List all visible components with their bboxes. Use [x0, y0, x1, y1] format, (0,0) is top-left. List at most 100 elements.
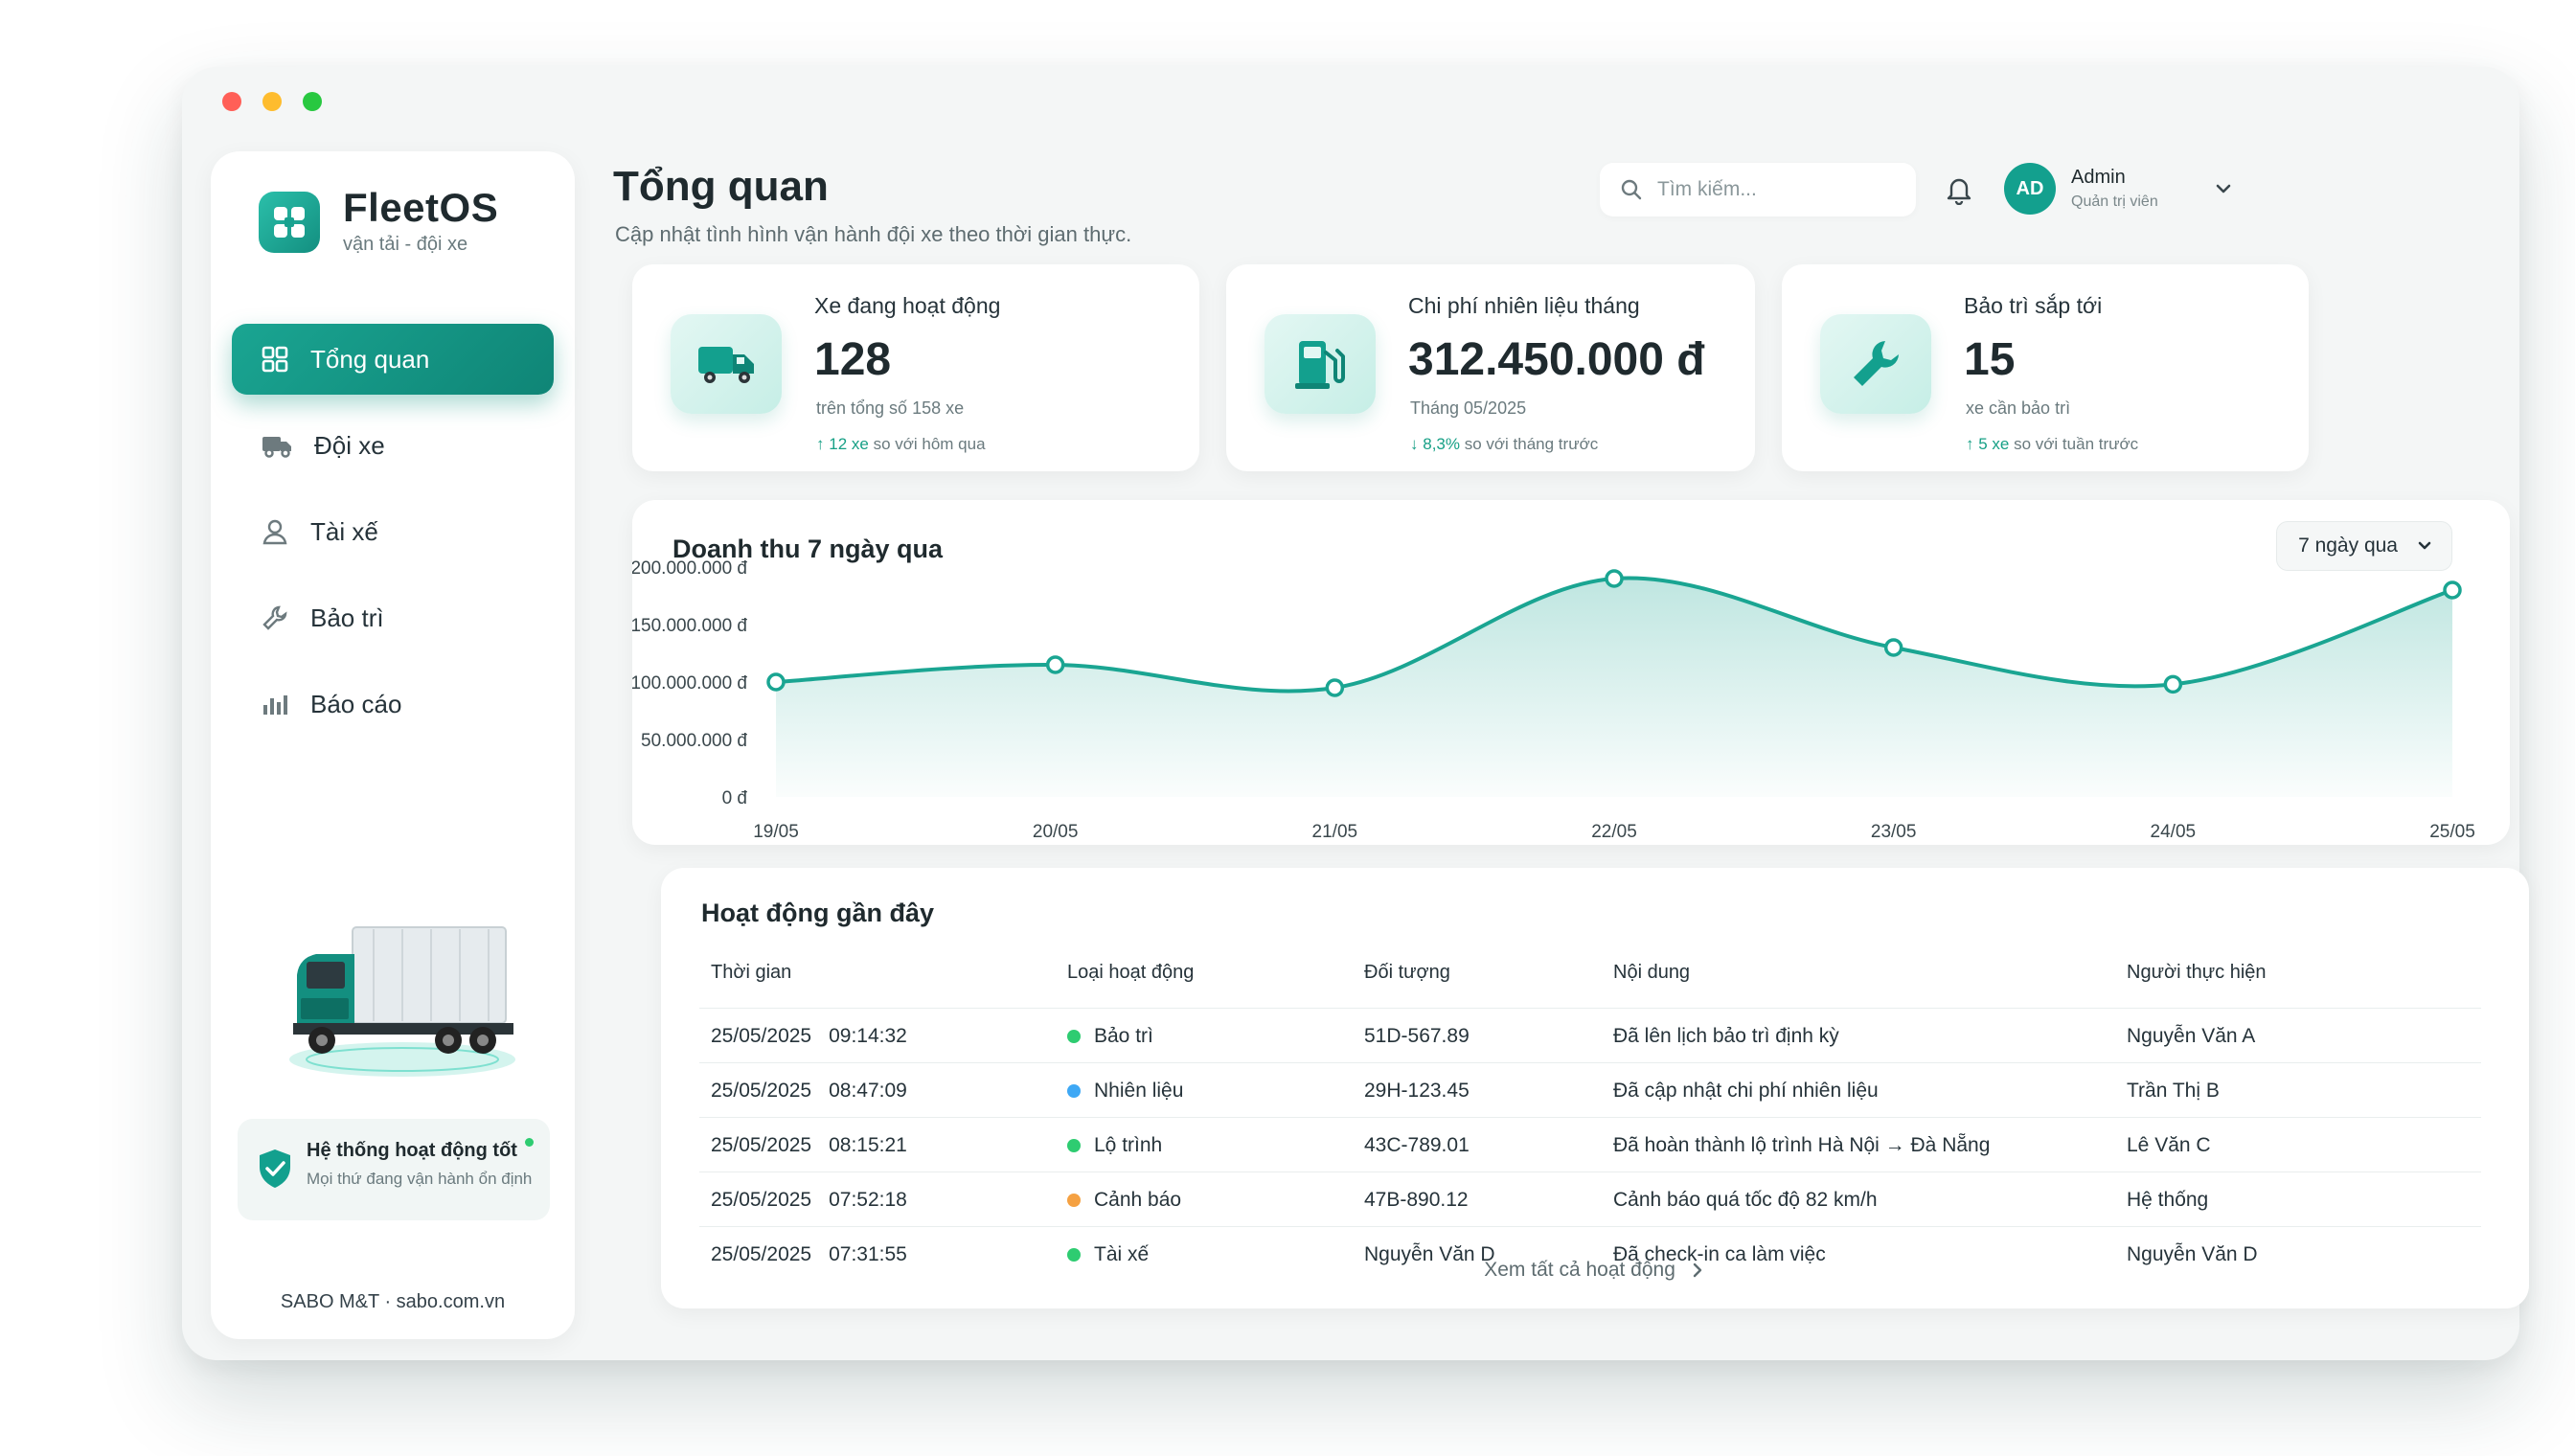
recent-activity-card: Hoạt động gần đây Thời gian Loại hoạt độ…: [661, 868, 2529, 1308]
cell-clock: 08:47:09: [829, 1080, 907, 1102]
sidebar-item-tai-xe[interactable]: Tài xế: [232, 496, 554, 567]
view-all-activity-link[interactable]: Xem tất cả hoạt động: [661, 1259, 2529, 1282]
wrench-icon: [262, 605, 287, 630]
revenue-point[interactable]: [2443, 580, 2462, 600]
cell-type-label: Nhiên liệu: [1094, 1080, 1184, 1102]
stat-delta-text: so với tuần trước: [2014, 435, 2139, 453]
x-tick-label: 23/05: [1871, 822, 1917, 842]
page-title: Tổng quan: [613, 163, 829, 210]
bar-chart-icon: [263, 695, 287, 715]
y-tick-label: 0 đ: [722, 788, 748, 808]
brand-logo[interactable]: FleetOS vận tải - đội xe: [259, 188, 498, 256]
stat-hint: xe cần bảo trì: [1966, 398, 2071, 418]
wrench-icon: [1854, 341, 1899, 386]
cell-content: Đã hoàn thành lộ trình Hà Nội → Đà Nẵng: [1613, 1134, 1991, 1156]
company-footer: SABO M&T · sabo.com.vn: [280, 1291, 506, 1312]
fuel-pump-icon: [1295, 341, 1345, 389]
sidebar-item-doi-xe[interactable]: Đội xe: [232, 410, 554, 481]
stat-icon-tile: [1265, 314, 1376, 414]
cell-type: Nhiên liệu: [1067, 1080, 1183, 1103]
cell-type: Cảnh báo: [1067, 1189, 1181, 1212]
cell-date: 25/05/2025: [711, 1025, 812, 1047]
cell-target: 47B-890.12: [1364, 1189, 1469, 1211]
close-window-button[interactable]: [222, 92, 241, 111]
stat-card-fuel-cost[interactable]: Chi phí nhiên liệu tháng 312.450.000 đ T…: [1226, 264, 1755, 471]
table-row[interactable]: 25/05/2025 07:52:18 Cảnh báo 47B-890.12 Cảnh…: [699, 1172, 2481, 1226]
revenue-point[interactable]: [1325, 678, 1345, 697]
status-title: Hệ thống hoạt động tốt: [307, 1140, 517, 1161]
revenue-chart-card: Doanh thu 7 ngày qua 7 ngày qua 200.000.…: [632, 500, 2510, 845]
table-row[interactable]: 25/05/2025 08:47:09 Nhiên liệu 29H-123.45 Đã…: [699, 1062, 2481, 1117]
stat-label: Bảo trì sắp tới: [1964, 293, 2103, 318]
truck-illustration: [289, 926, 515, 1077]
cell-actor: Nguyễn Văn A: [2127, 1025, 2256, 1047]
shield-check-icon: [260, 1149, 290, 1188]
activity-table-body: 25/05/2025 09:14:32 Bảo trì 51D-567.89 Đã lê…: [699, 1008, 2481, 1281]
stat-delta-value: 12 xe: [829, 435, 869, 453]
stat-card-active-vehicles[interactable]: Xe đang hoạt động 128 trên tổng số 158 x…: [632, 264, 1199, 471]
cell-target: 51D-567.89: [1364, 1025, 1470, 1047]
column-header-actor[interactable]: Người thực hiện: [2127, 962, 2267, 984]
table-row[interactable]: 25/05/2025 09:14:32 Bảo trì 51D-567.89 Đã lê…: [699, 1008, 2481, 1062]
cell-time: 25/05/2025 07:52:18: [711, 1189, 924, 1212]
column-header-time[interactable]: Thời gian: [711, 962, 791, 984]
column-header-content[interactable]: Nội dung: [1613, 962, 1690, 984]
cell-clock: 08:15:21: [829, 1134, 907, 1156]
user-icon: [262, 519, 287, 545]
activity-table-header: Thời gian Loại hoạt động Đối tượng Nội d…: [661, 962, 2529, 1000]
bell-icon[interactable]: [1945, 174, 1973, 205]
cell-content: Đã lên lịch bảo trì định kỳ: [1613, 1025, 1839, 1047]
arrow-up-icon: ↑: [1966, 435, 1974, 453]
search-icon: [1621, 179, 1642, 200]
search-box[interactable]: [1600, 163, 1916, 216]
revenue-point[interactable]: [1883, 638, 1903, 657]
brand-tagline: vận tải - đội xe: [343, 234, 468, 255]
avatar[interactable]: AD: [2004, 163, 2056, 215]
chevron-down-icon[interactable]: [2213, 178, 2234, 199]
stat-hint: Tháng 05/2025: [1410, 398, 1527, 418]
status-online-dot: [525, 1138, 534, 1147]
sidebar-item-label: Báo cáo: [310, 689, 402, 718]
cell-type-label: Lộ trình: [1094, 1134, 1163, 1156]
revenue-point[interactable]: [2163, 674, 2183, 694]
user-name[interactable]: Admin: [2071, 167, 2126, 189]
sidebar-item-label: Bảo trì: [310, 603, 384, 632]
cell-date: 25/05/2025: [711, 1080, 812, 1102]
grid-icon: [262, 346, 288, 373]
column-header-target[interactable]: Đối tượng: [1364, 962, 1450, 984]
revenue-point[interactable]: [1605, 569, 1624, 588]
search-input[interactable]: [1655, 177, 1889, 202]
truck-icon: [262, 437, 291, 458]
cell-type-label: Cảnh báo: [1094, 1189, 1182, 1211]
stat-icon-tile: [671, 314, 782, 414]
stat-delta: ↑ 5 xe so với tuần trước: [1966, 435, 2138, 454]
revenue-point[interactable]: [766, 672, 786, 692]
column-header-type[interactable]: Loại hoạt động: [1067, 962, 1194, 984]
arrow-up-icon: ↑: [816, 435, 825, 453]
sidebar-item-bao-cao[interactable]: Báo cáo: [232, 669, 554, 739]
sidebar-item-bao-tri[interactable]: Bảo trì: [232, 582, 554, 653]
revenue-line-chart: 200.000.000 đ 150.000.000 đ 100.000.000 đ 5…: [632, 558, 2475, 842]
cell-content: Cảnh báo quá tốc độ 82 km/h: [1613, 1189, 1878, 1211]
y-tick-label: 150.000.000 đ: [632, 616, 747, 636]
table-row[interactable]: 25/05/2025 08:15:21 Lộ trình 43C-789.01 Đã h…: [699, 1117, 2481, 1172]
stat-value: 312.450.000 đ: [1408, 334, 1705, 385]
stat-icon-tile: [1820, 314, 1931, 414]
cell-date: 25/05/2025: [711, 1134, 812, 1156]
maximize-window-button[interactable]: [303, 92, 322, 111]
sidebar-item-tong-quan[interactable]: Tổng quan: [232, 324, 554, 395]
stat-delta: ↓ 8,3% so với tháng trước: [1410, 435, 1598, 454]
sidebar-item-label: Tổng quan: [310, 344, 430, 374]
window-controls: [222, 92, 322, 111]
page-subtitle: Cập nhật tình hình vận hành đội xe theo …: [615, 222, 1132, 246]
app-window: FleetOS vận tải - đội xe Tổng quan Đội x…: [182, 67, 2529, 1360]
revenue-point[interactable]: [1045, 655, 1065, 674]
cell-actor: Hệ thống: [2127, 1189, 2209, 1211]
minimize-window-button[interactable]: [262, 92, 282, 111]
stat-card-maintenance[interactable]: Bảo trì sắp tới 15 xe cần bảo trì ↑ 5 xe…: [1782, 264, 2309, 471]
sidebar: FleetOS vận tải - đội xe Tổng quan Đội x…: [211, 151, 575, 1339]
sidebar-item-label: Đội xe: [314, 430, 385, 460]
stat-hint: trên tổng số 158 xe: [816, 398, 965, 418]
activity-type-dot: [1067, 1030, 1081, 1043]
stat-label: Xe đang hoạt động: [814, 293, 1001, 318]
